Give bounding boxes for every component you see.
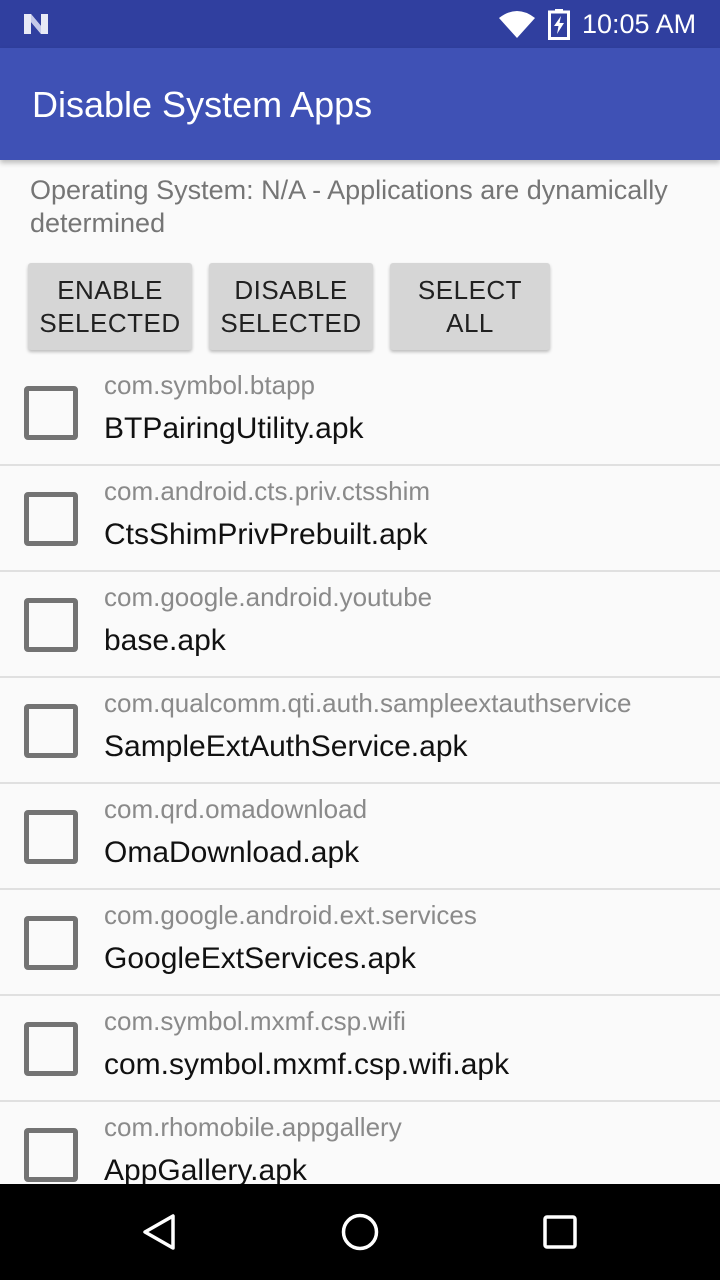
notification-n-icon (24, 14, 48, 34)
apk-name: GoogleExtServices.apk (104, 942, 416, 975)
navigation-bar (0, 1184, 720, 1280)
package-name: com.symbol.mxmf.csp.wifi (104, 1006, 406, 1036)
list-item[interactable]: com.symbol.mxmf.csp.wifi com.symbol.mxmf… (0, 996, 720, 1102)
status-bar: 10:05 AM (0, 0, 720, 48)
apk-name: com.symbol.mxmf.csp.wifi.apk (104, 1048, 510, 1081)
package-name: com.rhomobile.appgallery (104, 1112, 402, 1142)
list-item[interactable]: com.google.android.youtube base.apk (0, 572, 720, 678)
app-checkbox[interactable] (24, 810, 78, 864)
list-item[interactable]: com.google.android.ext.services GoogleEx… (0, 890, 720, 996)
package-name: com.google.android.ext.services (104, 900, 477, 930)
app-checkbox[interactable] (24, 386, 78, 440)
app-checkbox[interactable] (24, 704, 78, 758)
recents-icon[interactable] (542, 1214, 578, 1250)
app-bar: Disable System Apps (0, 48, 720, 160)
app-checkbox[interactable] (24, 1022, 78, 1076)
app-title: Disable System Apps (32, 84, 373, 125)
app-checkbox[interactable] (24, 1128, 78, 1182)
apk-name: OmaDownload.apk (104, 836, 360, 869)
apk-name: base.apk (104, 624, 226, 657)
list-item[interactable]: com.symbol.btapp BTPairingUtility.apk (0, 360, 720, 466)
package-name: com.qrd.omadownload (104, 794, 368, 824)
apk-name: BTPairingUtility.apk (104, 412, 364, 445)
app-checkbox[interactable] (24, 598, 78, 652)
list-item[interactable]: com.android.cts.priv.ctsshim CtsShimPriv… (0, 466, 720, 572)
package-name: com.symbol.btapp (104, 370, 315, 400)
apk-name: AppGallery.apk (104, 1154, 307, 1184)
package-name: com.google.android.youtube (104, 582, 433, 612)
list-item[interactable]: com.rhomobile.appgallery AppGallery.apk (0, 1102, 720, 1184)
enable-selected-button[interactable]: ENABLE SELECTED (28, 263, 192, 350)
package-name: com.android.cts.priv.ctsshim (104, 476, 431, 506)
list-item[interactable]: com.qrd.omadownload OmaDownload.apk (0, 784, 720, 890)
os-info-text: Operating System: N/A - Applications are… (30, 175, 668, 238)
disable-selected-button[interactable]: DISABLE SELECTED (209, 263, 373, 350)
battery-charging-icon (548, 9, 570, 40)
list-item[interactable]: com.qualcomm.qti.auth.sampleextauthservi… (0, 678, 720, 784)
wifi-icon (499, 11, 535, 38)
home-icon[interactable] (340, 1212, 380, 1252)
app-checkbox[interactable] (24, 492, 78, 546)
apk-name: SampleExtAuthService.apk (104, 730, 468, 763)
select-all-button[interactable]: SELECT ALL (390, 263, 550, 350)
status-clock: 10:05 AM (582, 9, 697, 39)
package-name: com.qualcomm.qti.auth.sampleextauthservi… (104, 688, 632, 718)
back-icon[interactable] (140, 1212, 180, 1252)
main-content: Operating System: N/A - Applications are… (0, 160, 720, 1184)
apk-name: CtsShimPrivPrebuilt.apk (104, 518, 428, 551)
app-list: com.symbol.btapp BTPairingUtility.apk co… (0, 360, 720, 1184)
app-checkbox[interactable] (24, 916, 78, 970)
